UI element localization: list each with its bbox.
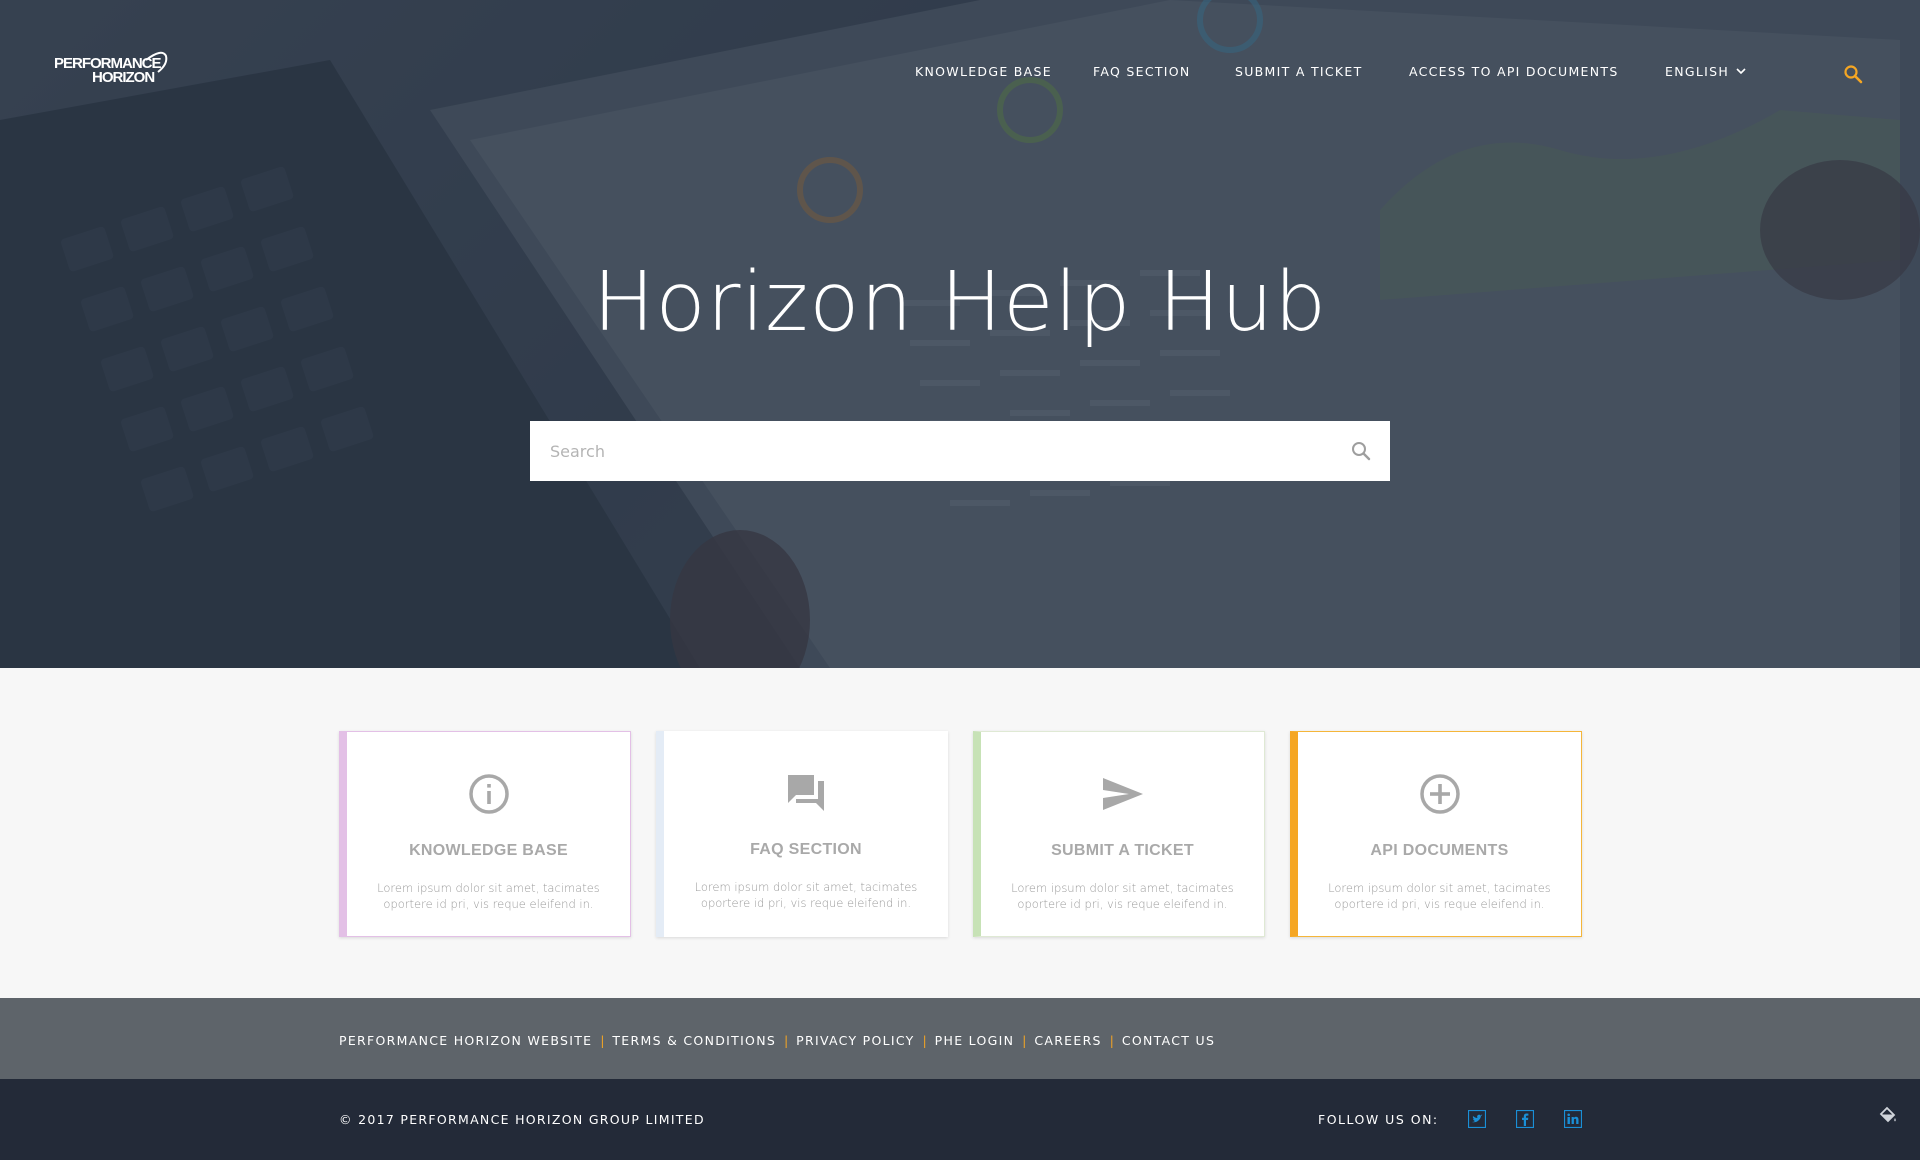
chevron-down-icon[interactable] xyxy=(1736,68,1746,75)
follow-label: FOLLOW US ON: xyxy=(1318,1112,1439,1127)
card-description: Lorem ipsum dolor sit amet, tacimates op… xyxy=(694,880,918,910)
link-separator: | xyxy=(1109,1034,1114,1048)
hero-section: PERFORMANCE HORIZON KNOWLEDGE BASE FAQ S… xyxy=(0,0,1920,668)
search-bar xyxy=(530,421,1390,481)
add-circle-icon xyxy=(1419,774,1460,814)
card-api-documents[interactable]: API DOCUMENTS Lorem ipsum dolor sit amet… xyxy=(1290,731,1582,937)
card-title: FAQ SECTION xyxy=(750,841,862,858)
feature-cards: KNOWLEDGE BASE Lorem ipsum dolor sit ame… xyxy=(339,731,1582,937)
copyright-text: © 2017 PERFORMANCE HORIZON GROUP LIMITED xyxy=(339,1112,705,1127)
nav-submit-ticket[interactable]: SUBMIT A TICKET xyxy=(1235,64,1363,79)
page-title: Horizon Help Hub xyxy=(592,255,1328,350)
linkedin-icon[interactable] xyxy=(1564,1110,1582,1128)
card-description: Lorem ipsum dolor sit amet, tacimates op… xyxy=(377,881,600,911)
card-knowledge-base[interactable]: KNOWLEDGE BASE Lorem ipsum dolor sit ame… xyxy=(339,731,631,937)
search-icon[interactable] xyxy=(1350,440,1372,462)
card-description: Lorem ipsum dolor sit amet, tacimates op… xyxy=(1011,881,1234,911)
footer-link-terms[interactable]: TERMS & CONDITIONS xyxy=(612,1033,776,1048)
card-faq-section[interactable]: FAQ SECTION Lorem ipsum dolor sit amet, … xyxy=(656,731,948,937)
facebook-icon[interactable] xyxy=(1516,1110,1534,1128)
card-title: KNOWLEDGE BASE xyxy=(409,842,568,859)
footer-link-phe-login[interactable]: PHE LOGIN xyxy=(935,1033,1015,1048)
chat-bubbles-icon xyxy=(788,775,824,811)
nav-api-documents[interactable]: ACCESS TO API DOCUMENTS xyxy=(1409,64,1619,79)
footer-links-bar: PERFORMANCE HORIZON WEBSITE | TERMS & COND… xyxy=(0,998,1920,1079)
link-separator: | xyxy=(922,1034,927,1048)
search-input[interactable] xyxy=(550,421,1310,481)
link-separator: | xyxy=(784,1034,789,1048)
paint-bucket-icon[interactable] xyxy=(1878,1105,1898,1125)
send-icon xyxy=(1102,778,1143,810)
language-select[interactable]: ENGLISH xyxy=(1665,64,1729,79)
footer-link-contact[interactable]: CONTACT US xyxy=(1122,1033,1215,1048)
nav-faq-section[interactable]: FAQ SECTION xyxy=(1093,64,1191,79)
link-separator: | xyxy=(1022,1034,1027,1048)
footer-bottom: © 2017 PERFORMANCE HORIZON GROUP LIMITED… xyxy=(0,1079,1920,1160)
card-submit-ticket[interactable]: SUBMIT A TICKET Lorem ipsum dolor sit am… xyxy=(973,731,1265,937)
footer-link-website[interactable]: PERFORMANCE HORIZON WEBSITE xyxy=(339,1033,592,1048)
card-description: Lorem ipsum dolor sit amet, tacimates op… xyxy=(1328,881,1551,911)
main-nav: KNOWLEDGE BASE FAQ SECTION SUBMIT A TICK… xyxy=(0,64,1920,86)
card-title: API DOCUMENTS xyxy=(1370,842,1509,859)
twitter-icon[interactable] xyxy=(1468,1110,1486,1128)
search-icon[interactable] xyxy=(1843,64,1863,84)
nav-knowledge-base[interactable]: KNOWLEDGE BASE xyxy=(915,64,1052,79)
info-icon xyxy=(468,774,509,814)
link-separator: | xyxy=(600,1034,605,1048)
footer-link-privacy[interactable]: PRIVACY POLICY xyxy=(796,1033,914,1048)
footer-link-careers[interactable]: CAREERS xyxy=(1034,1033,1101,1048)
card-title: SUBMIT A TICKET xyxy=(1051,842,1194,859)
footer-links: PERFORMANCE HORIZON WEBSITE | TERMS & COND… xyxy=(339,1030,1215,1049)
